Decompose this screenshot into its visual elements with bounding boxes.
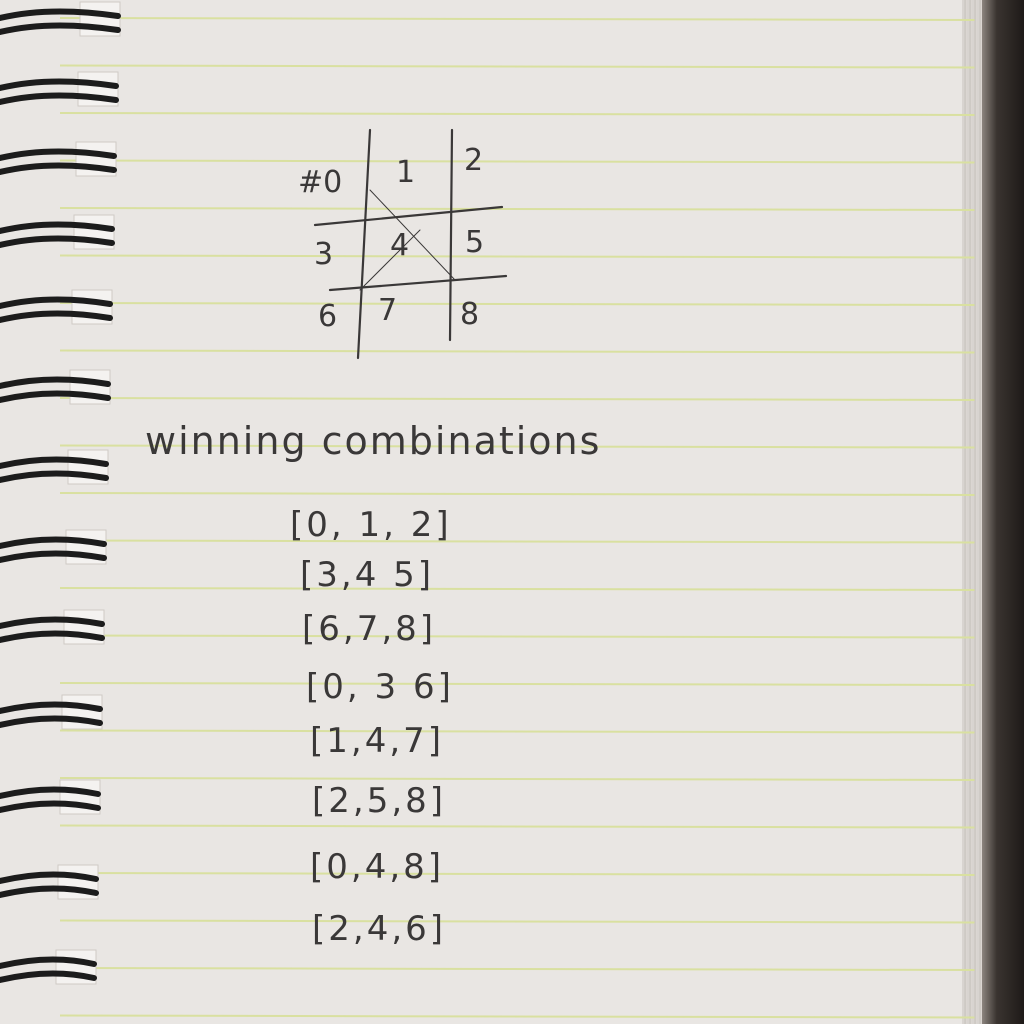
spiral-binding <box>0 1 121 985</box>
grid-line-h1 <box>313 205 504 227</box>
cell-5: 5 <box>465 225 484 260</box>
diagonal-stroke <box>369 189 456 281</box>
cell-8: 8 <box>460 297 479 332</box>
combinations-list: [0, 1, 2] [3,4 5] [6,7,8] [0, 3 6] [1,4,… <box>290 505 454 949</box>
combination-item: [3,4 5] <box>300 555 434 595</box>
heading: winning combinations <box>145 419 601 463</box>
grid-line-h2 <box>328 274 508 292</box>
cell-6: 6 <box>318 299 337 334</box>
cell-2: 2 <box>464 143 483 178</box>
combination-item: [2,5,8] <box>312 781 446 821</box>
combination-item: [0,4,8] <box>310 847 444 887</box>
cell-7: 7 <box>378 293 397 328</box>
combination-item: [0, 1, 2] <box>290 505 452 545</box>
combination-item: [2,4,6] <box>312 909 446 949</box>
grid-numbers: #0 1 2 3 4 5 6 7 8 <box>298 143 484 334</box>
combination-item: [0, 3 6] <box>306 667 454 707</box>
cell-1: 1 <box>396 155 415 190</box>
grid-line-v2 <box>448 128 454 342</box>
cell-4: 4 <box>390 228 409 263</box>
grid-line-v1 <box>356 128 372 360</box>
combination-item: [1,4,7] <box>310 721 444 761</box>
cell-3: 3 <box>314 237 333 272</box>
cell-0: #0 <box>298 165 342 200</box>
combination-item: [6,7,8] <box>302 609 436 649</box>
handwriting-layer: #0 1 2 3 4 5 6 7 8 winning combinations … <box>0 1 601 985</box>
